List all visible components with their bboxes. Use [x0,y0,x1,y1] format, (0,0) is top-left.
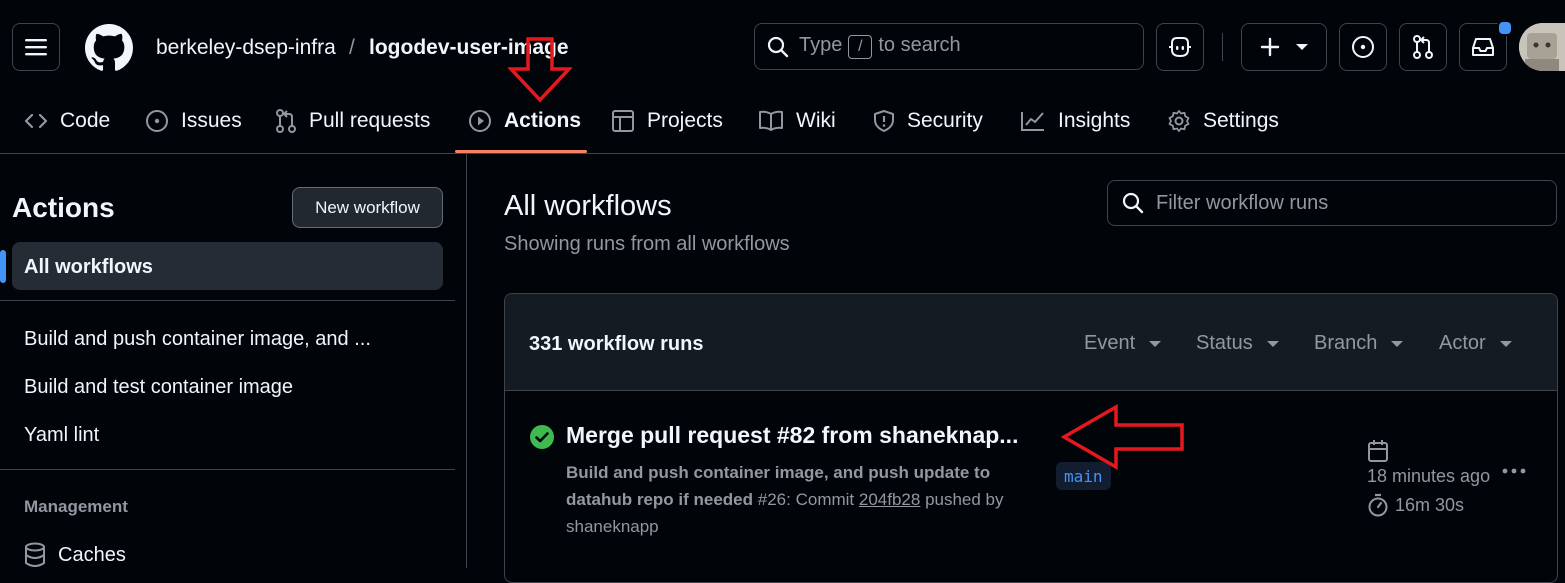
tab-issues[interactable]: Issues [145,104,242,138]
git-pull-request-icon [1412,35,1434,59]
filter-runs-input[interactable]: Filter workflow runs [1107,180,1557,226]
search-icon [767,36,789,58]
git-pull-request-icon [275,109,297,133]
new-workflow-button[interactable]: New workflow [292,187,443,228]
plus-icon [1260,37,1280,57]
tab-label: Projects [647,109,723,132]
table-icon [611,109,635,133]
tab-label: Pull requests [309,109,431,132]
sidebar-divider-2 [0,469,455,470]
sidebar-item-label: All workflows [24,256,153,278]
breadcrumb-separator: / [349,36,355,59]
search-input[interactable]: Type / to search [754,23,1144,70]
page-title: All workflows [504,190,672,222]
triangle-down-icon [1499,340,1512,347]
notification-dot-icon [1497,20,1513,36]
kebab-menu-icon[interactable] [1501,466,1527,476]
sidebar-workflow-yaml-lint[interactable]: Yaml lint [24,424,99,447]
issues-button[interactable] [1339,23,1387,71]
selected-indicator [0,250,6,283]
commit-label: : Commit [786,490,855,509]
actor-filter-button[interactable]: Actor [1439,332,1512,355]
tab-security[interactable]: Security [873,104,983,138]
check-circle-fill-icon [529,424,555,450]
breadcrumb-owner[interactable]: berkeley-dsep-infra [156,36,336,60]
tab-pull-requests[interactable]: Pull requests [275,104,430,138]
tab-label: Actions [504,109,582,132]
annotation-arrow-down-icon [508,37,572,103]
run-title-link[interactable]: Merge pull request #82 from shaneknap... [566,422,1018,449]
tab-code[interactable]: Code [24,104,110,138]
search-placeholder: Type / to search [799,34,961,59]
tab-label: Settings [1203,109,1279,132]
tab-label: Code [60,109,111,132]
runs-header: 331 workflow runs Event Status Branch Ac… [505,294,1557,391]
avatar[interactable] [1519,23,1565,71]
header-divider [1222,33,1223,61]
sidebar-item-caches[interactable]: Caches [24,542,126,568]
code-icon [24,111,48,131]
sidebar-title: Actions [12,192,115,223]
search-icon [1122,192,1144,214]
github-logo-icon[interactable] [85,24,133,72]
tab-settings[interactable]: Settings [1167,104,1279,138]
graph-icon [1020,110,1046,132]
copilot-icon [1168,36,1192,58]
book-icon [758,110,784,132]
run-duration: 16m 30s [1367,493,1464,517]
menu-button[interactable] [12,23,60,71]
runs-count: 331 workflow runs [529,333,704,355]
calendar-icon [1367,439,1389,463]
triangle-down-icon [1149,340,1162,347]
workflow-runs-box: 331 workflow runs Event Status Branch Ac… [504,293,1558,583]
run-meta: Build and push container image, and push… [566,459,1026,540]
status-filter-button[interactable]: Status [1196,332,1279,355]
management-heading: Management [24,497,128,516]
branch-filter-button[interactable]: Branch [1314,332,1404,355]
sidebar-item-label: Caches [58,543,126,566]
tab-insights[interactable]: Insights [1020,104,1130,138]
gear-icon [1167,109,1191,133]
inbox-icon [1471,36,1495,58]
run-time-ago: 18 minutes ago [1367,466,1491,486]
event-filter-button[interactable]: Event [1084,332,1162,355]
triangle-down-icon [1391,340,1404,347]
create-new-button[interactable] [1241,23,1327,71]
play-icon [468,109,492,133]
annotation-arrow-left-icon [1061,404,1185,470]
nav-divider [0,153,1565,154]
commit-sha-link[interactable]: 204fb28 [859,490,920,509]
page-subtitle: Showing runs from all workflows [504,233,790,255]
triangle-down-icon [1266,340,1279,347]
stopwatch-icon [1367,493,1389,517]
database-icon [24,542,46,568]
sidebar-divider [466,154,467,568]
tab-label: Wiki [796,109,836,132]
tab-label: Issues [181,109,242,132]
sidebar-workflow-build-test[interactable]: Build and test container image [24,376,293,399]
tab-projects[interactable]: Projects [611,104,723,138]
tab-actions[interactable]: Actions [468,104,581,138]
hamburger-icon [25,38,47,56]
tab-wiki[interactable]: Wiki [758,104,836,138]
tab-label: Security [907,109,983,132]
issue-opened-icon [145,109,169,133]
shield-icon [873,109,895,133]
slash-key-hint: / [848,35,873,59]
run-number: #26 [757,490,787,509]
sidebar-workflow-build-push[interactable]: Build and push container image, and ... [24,328,371,351]
tab-label: Insights [1058,109,1131,132]
issue-opened-icon [1351,35,1375,59]
actor-link[interactable]: shaneknapp [566,517,659,536]
pushed-by-label: pushed by [925,490,1004,509]
copilot-button[interactable] [1156,23,1204,71]
pull-requests-button[interactable] [1399,23,1447,71]
filter-placeholder: Filter workflow runs [1156,191,1329,214]
sidebar-divider-1 [0,300,455,301]
triangle-down-icon [1296,44,1308,50]
